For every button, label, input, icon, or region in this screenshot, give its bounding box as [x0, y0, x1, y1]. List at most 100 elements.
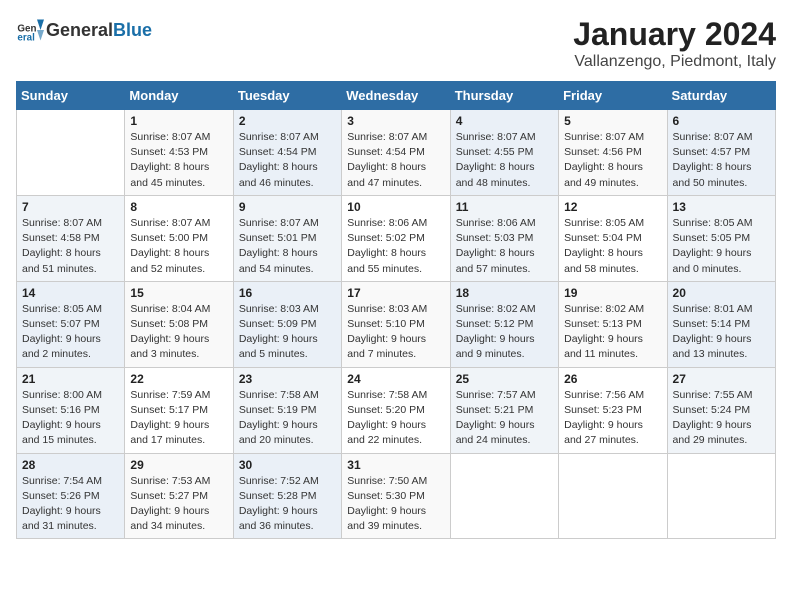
- calendar-cell: 6 Sunrise: 8:07 AM Sunset: 4:57 PM Daylig…: [667, 110, 775, 196]
- calendar-cell: 15 Sunrise: 8:04 AM Sunset: 5:08 PM Dayli…: [125, 281, 233, 367]
- calendar-cell: 1 Sunrise: 8:07 AM Sunset: 4:53 PM Daylig…: [125, 110, 233, 196]
- day-number: 4: [456, 114, 553, 128]
- calendar-cell: 30 Sunrise: 7:52 AM Sunset: 5:28 PM Dayli…: [233, 453, 341, 539]
- day-info: Sunrise: 7:55 AM Sunset: 5:24 PM Dayligh…: [673, 388, 770, 449]
- calendar-cell: 28 Sunrise: 7:54 AM Sunset: 5:26 PM Dayli…: [17, 453, 125, 539]
- day-number: 2: [239, 114, 336, 128]
- day-number: 1: [130, 114, 227, 128]
- calendar-cell: 14 Sunrise: 8:05 AM Sunset: 5:07 PM Dayli…: [17, 281, 125, 367]
- calendar-cell: [667, 453, 775, 539]
- day-number: 15: [130, 286, 227, 300]
- calendar-cell: 17Sunrise: 8:03 AM Sunset: 5:10 PM Dayli…: [342, 281, 450, 367]
- day-info: Sunrise: 8:07 AM Sunset: 4:58 PM Dayligh…: [22, 216, 119, 277]
- calendar-week-row: 21 Sunrise: 8:00 AM Sunset: 5:16 PM Dayli…: [17, 367, 776, 453]
- day-info: Sunrise: 8:02 AM Sunset: 5:13 PM Dayligh…: [564, 302, 661, 363]
- calendar-cell: 22 Sunrise: 7:59 AM Sunset: 5:17 PM Dayli…: [125, 367, 233, 453]
- day-number: 12: [564, 200, 661, 214]
- weekday-header-thursday: Thursday: [450, 82, 558, 110]
- day-number: 22: [130, 372, 227, 386]
- calendar-cell: 9Sunrise: 8:07 AM Sunset: 5:01 PM Daylig…: [233, 195, 341, 281]
- day-info: Sunrise: 7:53 AM Sunset: 5:27 PM Dayligh…: [130, 474, 227, 535]
- calendar-cell: 25Sunrise: 7:57 AM Sunset: 5:21 PM Dayli…: [450, 367, 558, 453]
- day-info: Sunrise: 8:00 AM Sunset: 5:16 PM Dayligh…: [22, 388, 119, 449]
- calendar-cell: 29Sunrise: 7:53 AM Sunset: 5:27 PM Dayli…: [125, 453, 233, 539]
- logo-icon: Gen eral: [16, 16, 44, 44]
- calendar-cell: 21 Sunrise: 8:00 AM Sunset: 5:16 PM Dayli…: [17, 367, 125, 453]
- day-number: 16: [239, 286, 336, 300]
- day-number: 19: [564, 286, 661, 300]
- day-info: Sunrise: 7:58 AM Sunset: 5:19 PM Dayligh…: [239, 388, 336, 449]
- day-info: Sunrise: 8:07 AM Sunset: 4:57 PM Dayligh…: [673, 130, 770, 191]
- calendar-cell: [450, 453, 558, 539]
- day-info: Sunrise: 8:05 AM Sunset: 5:07 PM Dayligh…: [22, 302, 119, 363]
- svg-text:eral: eral: [17, 33, 35, 44]
- day-info: Sunrise: 8:07 AM Sunset: 5:01 PM Dayligh…: [239, 216, 336, 277]
- day-number: 14: [22, 286, 119, 300]
- day-number: 26: [564, 372, 661, 386]
- calendar-cell: 12Sunrise: 8:05 AM Sunset: 5:04 PM Dayli…: [559, 195, 667, 281]
- calendar-week-row: 28 Sunrise: 7:54 AM Sunset: 5:26 PM Dayli…: [17, 453, 776, 539]
- calendar-title: January 2024: [573, 16, 776, 53]
- day-info: Sunrise: 8:07 AM Sunset: 4:54 PM Dayligh…: [347, 130, 444, 191]
- day-number: 25: [456, 372, 553, 386]
- day-info: Sunrise: 8:02 AM Sunset: 5:12 PM Dayligh…: [456, 302, 553, 363]
- calendar-subtitle: Vallanzengo, Piedmont, Italy: [573, 53, 776, 71]
- calendar-cell: 5 Sunrise: 8:07 AM Sunset: 4:56 PM Daylig…: [559, 110, 667, 196]
- weekday-header-sunday: Sunday: [17, 82, 125, 110]
- day-number: 20: [673, 286, 770, 300]
- calendar-cell: 18 Sunrise: 8:02 AM Sunset: 5:12 PM Dayli…: [450, 281, 558, 367]
- day-info: Sunrise: 8:03 AM Sunset: 5:10 PM Dayligh…: [347, 302, 444, 363]
- calendar-week-row: 7Sunrise: 8:07 AM Sunset: 4:58 PM Daylig…: [17, 195, 776, 281]
- day-number: 10: [347, 200, 444, 214]
- calendar-cell: 24Sunrise: 7:58 AM Sunset: 5:20 PM Dayli…: [342, 367, 450, 453]
- day-number: 28: [22, 458, 119, 472]
- day-info: Sunrise: 8:03 AM Sunset: 5:09 PM Dayligh…: [239, 302, 336, 363]
- day-number: 24: [347, 372, 444, 386]
- calendar-cell: 26 Sunrise: 7:56 AM Sunset: 5:23 PM Dayli…: [559, 367, 667, 453]
- logo-general-text: General: [46, 20, 113, 40]
- logo: Gen eral GeneralBlue: [16, 16, 152, 44]
- day-info: Sunrise: 8:07 AM Sunset: 4:54 PM Dayligh…: [239, 130, 336, 191]
- day-info: Sunrise: 8:04 AM Sunset: 5:08 PM Dayligh…: [130, 302, 227, 363]
- day-number: 27: [673, 372, 770, 386]
- day-info: Sunrise: 8:05 AM Sunset: 5:05 PM Dayligh…: [673, 216, 770, 277]
- weekday-header-tuesday: Tuesday: [233, 82, 341, 110]
- day-info: Sunrise: 7:52 AM Sunset: 5:28 PM Dayligh…: [239, 474, 336, 535]
- day-number: 8: [130, 200, 227, 214]
- calendar-cell: 8Sunrise: 8:07 AM Sunset: 5:00 PM Daylig…: [125, 195, 233, 281]
- calendar-cell: 4 Sunrise: 8:07 AM Sunset: 4:55 PM Daylig…: [450, 110, 558, 196]
- calendar-cell: 31Sunrise: 7:50 AM Sunset: 5:30 PM Dayli…: [342, 453, 450, 539]
- calendar-cell: 27 Sunrise: 7:55 AM Sunset: 5:24 PM Dayli…: [667, 367, 775, 453]
- calendar-cell: 16 Sunrise: 8:03 AM Sunset: 5:09 PM Dayli…: [233, 281, 341, 367]
- day-info: Sunrise: 8:01 AM Sunset: 5:14 PM Dayligh…: [673, 302, 770, 363]
- calendar-cell: 7Sunrise: 8:07 AM Sunset: 4:58 PM Daylig…: [17, 195, 125, 281]
- day-info: Sunrise: 8:07 AM Sunset: 4:55 PM Dayligh…: [456, 130, 553, 191]
- calendar-cell: 3 Sunrise: 8:07 AM Sunset: 4:54 PM Daylig…: [342, 110, 450, 196]
- calendar-cell: [17, 110, 125, 196]
- day-number: 13: [673, 200, 770, 214]
- day-number: 21: [22, 372, 119, 386]
- day-number: 18: [456, 286, 553, 300]
- day-info: Sunrise: 7:54 AM Sunset: 5:26 PM Dayligh…: [22, 474, 119, 535]
- day-info: Sunrise: 8:06 AM Sunset: 5:03 PM Dayligh…: [456, 216, 553, 277]
- day-number: 23: [239, 372, 336, 386]
- day-info: Sunrise: 8:07 AM Sunset: 4:53 PM Dayligh…: [130, 130, 227, 191]
- day-number: 30: [239, 458, 336, 472]
- calendar-cell: [559, 453, 667, 539]
- logo-blue-text: Blue: [113, 20, 152, 40]
- calendar-cell: 2 Sunrise: 8:07 AM Sunset: 4:54 PM Daylig…: [233, 110, 341, 196]
- calendar-table: SundayMondayTuesdayWednesdayThursdayFrid…: [16, 81, 776, 539]
- calendar-week-row: 1 Sunrise: 8:07 AM Sunset: 4:53 PM Daylig…: [17, 110, 776, 196]
- calendar-cell: 13 Sunrise: 8:05 AM Sunset: 5:05 PM Dayli…: [667, 195, 775, 281]
- calendar-cell: 10Sunrise: 8:06 AM Sunset: 5:02 PM Dayli…: [342, 195, 450, 281]
- day-number: 11: [456, 200, 553, 214]
- day-number: 6: [673, 114, 770, 128]
- weekday-header-monday: Monday: [125, 82, 233, 110]
- day-info: Sunrise: 8:07 AM Sunset: 4:56 PM Dayligh…: [564, 130, 661, 191]
- day-number: 5: [564, 114, 661, 128]
- day-info: Sunrise: 7:56 AM Sunset: 5:23 PM Dayligh…: [564, 388, 661, 449]
- calendar-cell: 19 Sunrise: 8:02 AM Sunset: 5:13 PM Dayli…: [559, 281, 667, 367]
- day-info: Sunrise: 7:59 AM Sunset: 5:17 PM Dayligh…: [130, 388, 227, 449]
- day-number: 3: [347, 114, 444, 128]
- calendar-cell: 11 Sunrise: 8:06 AM Sunset: 5:03 PM Dayli…: [450, 195, 558, 281]
